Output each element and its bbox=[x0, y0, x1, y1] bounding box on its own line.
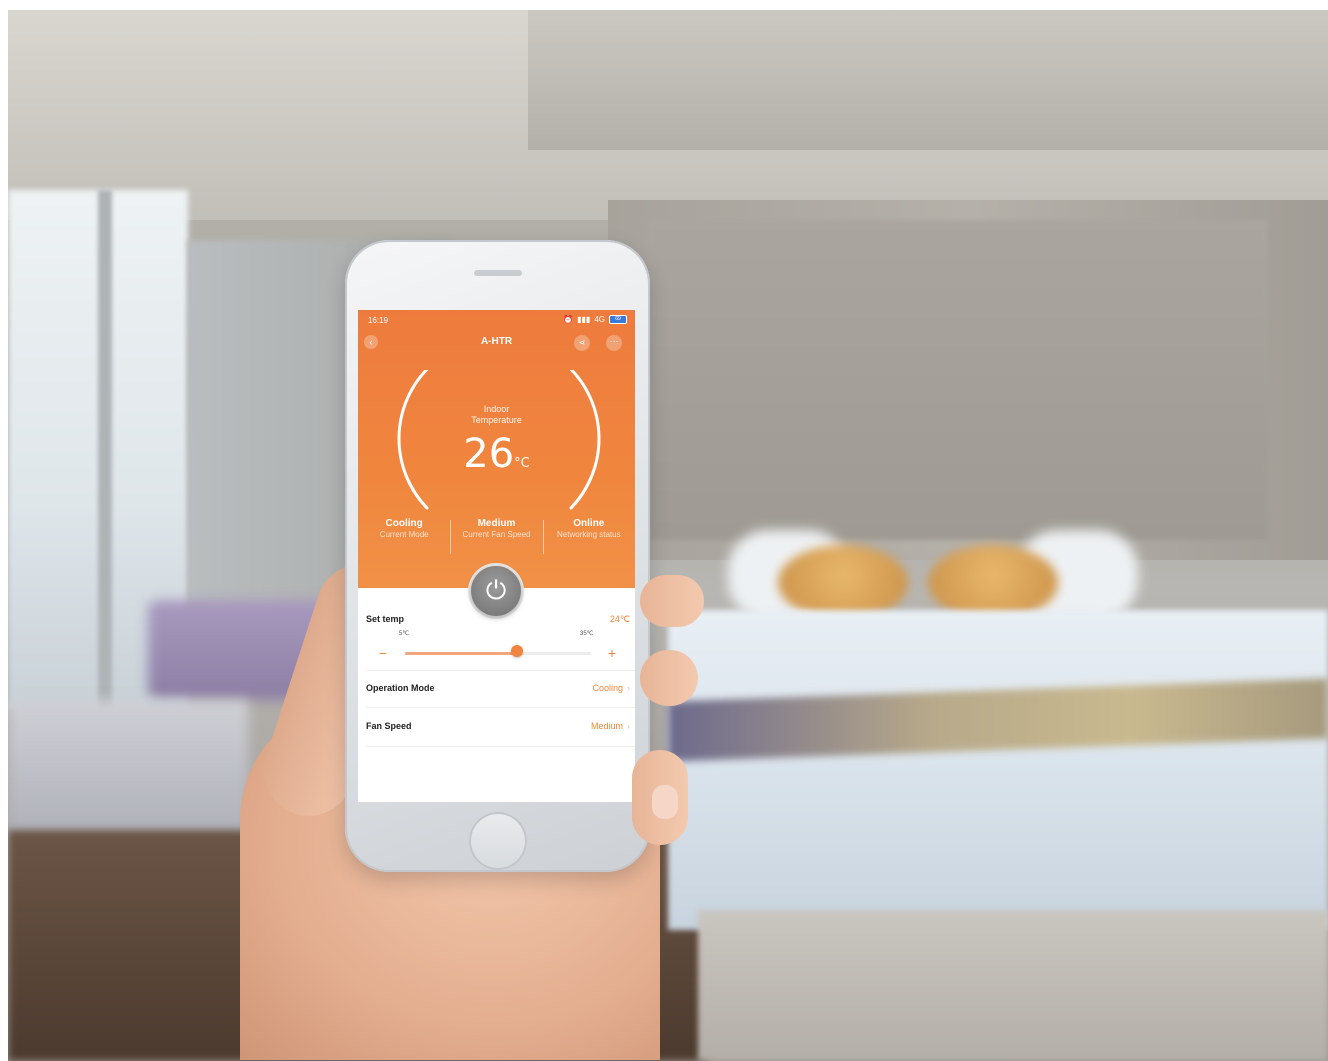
pillow bbox=[778, 545, 908, 620]
pillow bbox=[928, 545, 1058, 620]
operation-mode-label: Operation Mode bbox=[366, 683, 435, 693]
fingernail bbox=[652, 785, 678, 819]
battery-icon: 69 bbox=[609, 315, 627, 324]
share-icon[interactable]: ⋖ bbox=[574, 335, 590, 351]
indoor-temperature-value: 26 bbox=[463, 431, 515, 477]
stat-value: Medium bbox=[477, 518, 516, 529]
bed-base bbox=[698, 910, 1328, 1061]
divider bbox=[366, 670, 635, 671]
phone-screen: 16:19 ⏰ ▮▮▮ 4G 69 ‹ A-HTR ⋖ ··· Indoor T… bbox=[358, 310, 635, 802]
nav-bar: ‹ A-HTR ⋖ ··· bbox=[358, 332, 635, 354]
device-title: A-HTR bbox=[480, 336, 513, 347]
phone-speaker bbox=[474, 270, 522, 276]
fan-speed-value: Medium bbox=[590, 721, 623, 731]
power-button[interactable]: ⏻ bbox=[471, 566, 521, 616]
window-frame bbox=[98, 190, 112, 710]
networking-status: Online Networking status bbox=[542, 518, 635, 558]
temperature-unit: °C bbox=[514, 456, 530, 471]
set-temp-value: 24℃ bbox=[609, 614, 630, 624]
hand-finger bbox=[640, 650, 698, 706]
stat-label: Current Fan Speed bbox=[462, 530, 531, 539]
operation-mode-value: Cooling bbox=[592, 683, 623, 693]
fan-speed-value-wrap: Medium › bbox=[591, 721, 630, 731]
app-header-panel: 16:19 ⏰ ▮▮▮ 4G 69 ‹ A-HTR ⋖ ··· Indoor T… bbox=[358, 310, 635, 588]
status-bar: 16:19 ⏰ ▮▮▮ 4G 69 bbox=[358, 310, 635, 330]
stat-label: Current Mode bbox=[379, 530, 429, 539]
ceiling-beam bbox=[528, 10, 1328, 150]
room-background bbox=[8, 10, 1328, 1061]
set-temp-label: Set temp bbox=[366, 614, 405, 624]
bed bbox=[668, 610, 1328, 930]
phone-home-button[interactable] bbox=[469, 812, 527, 870]
gauge-label: Indoor Temperature bbox=[358, 404, 635, 426]
slider-fill bbox=[405, 652, 517, 655]
gauge-label-line1: Indoor bbox=[483, 404, 510, 414]
signal-icon: ▮▮▮ bbox=[577, 315, 591, 324]
stat-value: Cooling bbox=[385, 518, 423, 529]
chevron-right-icon: › bbox=[627, 683, 630, 693]
current-fan-speed: Medium Current Fan Speed bbox=[450, 518, 542, 558]
stat-label: Networking status bbox=[557, 530, 621, 539]
status-summary: Cooling Current Mode Medium Current Fan … bbox=[358, 518, 635, 558]
increase-temp-button[interactable]: + bbox=[605, 646, 619, 660]
max-temp-label: 35℃ bbox=[580, 631, 594, 637]
chevron-right-icon: › bbox=[627, 721, 630, 731]
divider bbox=[366, 746, 635, 747]
indoor-temperature: 26°C bbox=[358, 432, 635, 486]
fan-speed-label: Fan Speed bbox=[366, 721, 412, 731]
status-icons: ⏰ ▮▮▮ 4G 69 bbox=[563, 315, 627, 324]
min-temp-label: 5℃ bbox=[399, 631, 410, 637]
alarm-icon: ⏰ bbox=[563, 315, 574, 324]
stat-value: Online bbox=[573, 518, 605, 529]
slider-handle[interactable] bbox=[510, 645, 523, 657]
temperature-slider[interactable] bbox=[405, 652, 591, 655]
gauge-label-line2: Temperature bbox=[471, 415, 522, 425]
status-time: 16:19 bbox=[368, 316, 389, 325]
current-mode: Cooling Current Mode bbox=[358, 518, 450, 558]
bench bbox=[8, 700, 248, 840]
divider bbox=[366, 707, 635, 708]
headboard bbox=[648, 220, 1268, 540]
decrease-temp-button[interactable]: − bbox=[376, 646, 390, 660]
network-label: 4G bbox=[594, 315, 605, 324]
more-icon[interactable]: ··· bbox=[606, 335, 622, 351]
hand-finger bbox=[640, 575, 704, 627]
operation-mode-value-wrap: Cooling › bbox=[592, 683, 630, 693]
